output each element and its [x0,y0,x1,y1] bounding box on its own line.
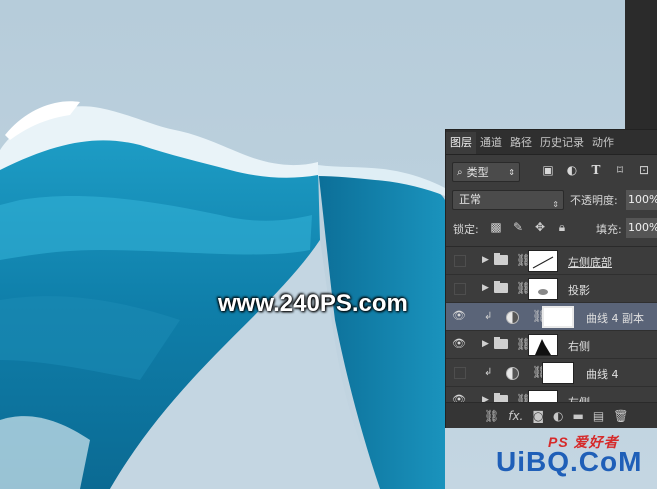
layer-row-selected[interactable]: 👁︎ ↲ ⛓︎ 曲线 4 副本 [446,303,657,331]
canvas-edge-strip [625,0,657,130]
layer-name[interactable]: 左侧底部 [568,254,612,270]
adjustment-icon[interactable]: ◐ [553,409,563,423]
eye-icon[interactable]: 👁︎ [452,309,466,323]
clipping-arrow-icon: ↲ [484,367,493,378]
layer-row[interactable]: ↲ ⛓︎ 曲线 4 [446,359,657,387]
trash-icon[interactable]: 🗑︎ [613,409,628,423]
mask-icon[interactable]: ◙ [532,409,544,423]
layer-row[interactable]: 👁︎ ▶ ⛓︎ 左侧 [446,387,657,403]
search-icon: ⌕ [457,166,463,178]
layer-row[interactable]: ▶ ⛓︎ 左侧底部 [446,247,657,275]
lock-transparent-icon[interactable]: ▩ [490,220,502,235]
lock-label: 锁定: [453,223,479,236]
layers-panel: 图层 通道 路径 历史记录 动作 ⌕ 类型 ⇕ ▣ ◐ T ⌑ ⊡ 正常 ⇕ 不… [445,129,657,428]
fx-icon[interactable]: fx. [508,409,523,423]
brand-logo: UiBQ.CoM PS 爱好者 [496,434,642,478]
lock-icons: ▩ ✎ ✥ 🔒︎ [490,220,568,235]
expand-arrow-icon[interactable]: ▶ [482,255,489,265]
blend-mode-value: 正常 [459,193,481,206]
filter-icons: ▣ ◐ T ⌑ ⊡ [541,163,651,177]
expand-arrow-icon[interactable]: ▶ [482,339,489,349]
folder-icon [494,253,508,265]
filter-type-select[interactable]: ⌕ 类型 ⇕ [452,162,520,182]
opacity-label: 不透明度: [570,194,618,207]
tab-history[interactable]: 历史记录 [536,132,588,154]
tab-layers[interactable]: 图层 [446,132,476,154]
type-filter-icon[interactable]: T [589,163,603,177]
fill-input[interactable]: 100% [626,218,657,238]
layers-list[interactable]: ▶ ⛓︎ 左侧底部 ▶ ⛓︎ 投影 👁︎ ↲ ⛓︎ 曲线 4 副本 👁︎ ▶ ⛓… [446,246,657,403]
layer-row[interactable]: ▶ ⛓︎ 投影 [446,275,657,303]
watermark-text: www.240PS.com [218,290,408,317]
lock-paint-icon[interactable]: ✎ [512,220,524,235]
eye-icon[interactable]: 👁︎ [452,337,466,351]
link-icon[interactable]: ⛓︎ [484,409,499,423]
visibility-toggle[interactable] [454,367,466,379]
folder-icon [494,281,508,293]
curves-adjustment-icon [506,311,519,324]
tab-paths[interactable]: 路径 [506,132,536,154]
image-filter-icon[interactable]: ▣ [541,163,555,177]
layer-mask-thumbnail[interactable] [542,362,574,384]
folder-icon [494,337,508,349]
layer-mask-thumbnail[interactable] [528,278,558,300]
visibility-toggle[interactable] [454,255,466,267]
layer-name[interactable]: 曲线 4 [586,366,619,382]
panel-bottom-toolbar: ⛓︎ fx. ◙ ◐ ▬ ▤ 🗑︎ [446,402,657,428]
layer-name[interactable]: 右侧 [568,338,590,354]
fill-label: 填充: [596,223,622,236]
layer-row[interactable]: 👁︎ ▶ ⛓︎ 右侧 [446,331,657,359]
layer-mask-thumbnail[interactable] [528,334,558,356]
visibility-toggle[interactable] [454,283,466,295]
lock-all-icon[interactable]: 🔒︎ [556,220,568,235]
new-layer-icon[interactable]: ▤ [593,409,604,423]
clipping-arrow-icon: ↲ [484,311,493,322]
layer-mask-thumbnail[interactable] [542,306,574,328]
filter-type-label: 类型 [466,166,489,179]
blend-mode-select[interactable]: 正常 ⇕ [452,190,564,210]
panel-tabs: 图层 通道 路径 历史记录 动作 [446,130,657,155]
brand-subtext: PS 爱好者 [548,434,619,450]
tab-actions[interactable]: 动作 [588,132,618,154]
shape-filter-icon[interactable]: ⌑ [613,163,627,177]
layer-mask-thumbnail[interactable] [528,250,558,272]
folder-icon[interactable]: ▬ [573,409,584,423]
layer-name[interactable]: 投影 [568,282,590,298]
smart-object-filter-icon[interactable]: ⊡ [637,163,651,177]
layer-name[interactable]: 曲线 4 副本 [586,310,644,326]
expand-arrow-icon[interactable]: ▶ [482,283,489,293]
adjustment-filter-icon[interactable]: ◐ [565,163,579,177]
opacity-input[interactable]: 100% [626,190,657,210]
lock-position-icon[interactable]: ✥ [534,220,546,235]
curves-adjustment-icon [506,367,519,380]
chevron-updown-icon: ⇕ [552,200,559,209]
chevron-updown-icon: ⇕ [508,167,515,177]
tab-channels[interactable]: 通道 [476,132,506,154]
